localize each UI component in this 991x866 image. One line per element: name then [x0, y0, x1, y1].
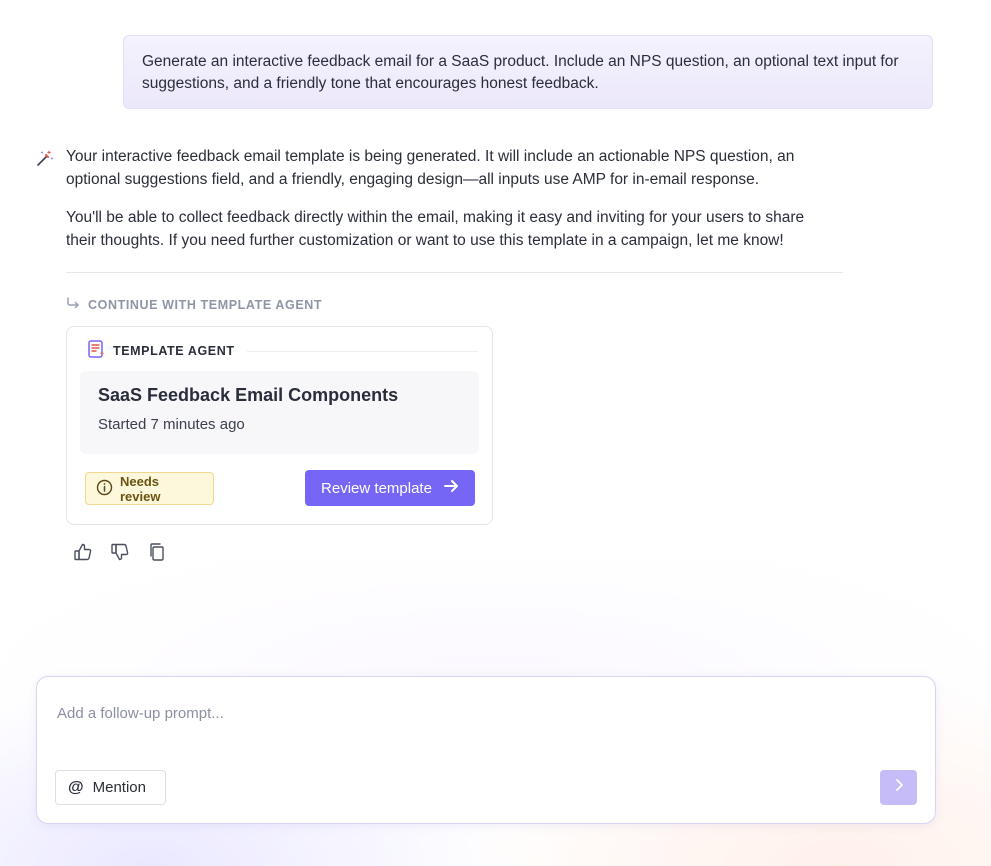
arrow-right-icon [443, 479, 459, 497]
assistant-message: Your interactive feedback email template… [66, 145, 826, 267]
magic-wand-icon [35, 148, 55, 168]
follow-up-composer[interactable]: Add a follow-up prompt... @ Mention [36, 676, 936, 824]
agent-card-header: TEMPLATE AGENT [87, 339, 478, 364]
status-badge: Needs review [85, 472, 214, 505]
return-arrow-icon [66, 297, 81, 313]
template-agent-icon [87, 339, 107, 364]
copy-icon[interactable] [146, 540, 168, 564]
assistant-paragraph: Your interactive feedback email template… [66, 148, 795, 188]
assistant-paragraph: You'll be able to collect feedback direc… [66, 209, 805, 249]
thumbs-down-icon[interactable] [109, 540, 131, 564]
review-template-label: Review template [321, 479, 432, 497]
agent-task-subtitle: Started 7 minutes ago [98, 416, 245, 433]
review-template-button[interactable]: Review template [305, 470, 475, 506]
template-agent-card: TEMPLATE AGENT SaaS Feedback Email Compo… [66, 326, 493, 525]
user-message-text: Generate an interactive feedback email f… [142, 53, 899, 92]
status-badge-label: Needs review [120, 473, 161, 504]
at-sign-icon: @ [68, 778, 84, 796]
chevron-right-icon [894, 778, 904, 797]
continue-label: CONTINUE WITH TEMPLATE AGENT [88, 298, 323, 312]
thumbs-up-icon[interactable] [72, 540, 94, 564]
agent-task-summary: SaaS Feedback Email Components Started 7… [80, 371, 479, 454]
header-rule [246, 350, 478, 352]
user-message-bubble: Generate an interactive feedback email f… [123, 35, 933, 109]
agent-task-title: SaaS Feedback Email Components [98, 385, 399, 405]
mention-button[interactable]: @ Mention [55, 770, 166, 805]
continue-with-agent-label: CONTINUE WITH TEMPLATE AGENT [66, 296, 322, 314]
prompt-input[interactable]: Add a follow-up prompt... [57, 705, 224, 722]
divider [66, 272, 843, 273]
message-feedback-actions [72, 540, 168, 564]
mention-label: Mention [92, 779, 146, 796]
agent-card-header-label: TEMPLATE AGENT [113, 344, 235, 358]
send-button[interactable] [880, 770, 917, 805]
info-icon [96, 479, 113, 499]
